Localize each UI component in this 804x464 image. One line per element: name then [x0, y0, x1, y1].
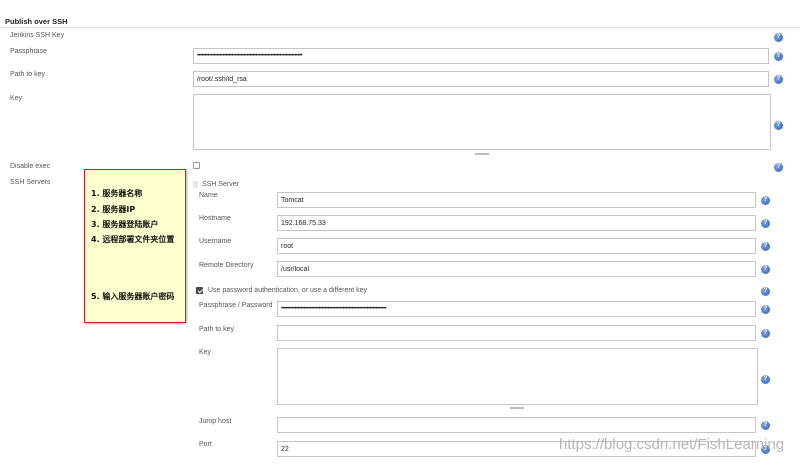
annotation-line-1: 1. 服务器名称: [91, 189, 143, 198]
help-icon[interactable]: ?: [761, 219, 770, 228]
help-icon[interactable]: ?: [774, 163, 783, 172]
ssh-server-header: SSH Server: [202, 181, 239, 188]
use-password-label: Use password authentication, or use a di…: [208, 287, 368, 294]
help-icon[interactable]: ?: [774, 52, 783, 61]
help-icon[interactable]: ?: [761, 196, 770, 205]
hostname-input[interactable]: [277, 215, 756, 231]
annotation-line-3: 3. 服务器登陆账户: [91, 220, 159, 229]
server-key-label: Key: [199, 349, 212, 356]
server-passphrase-label: Passphrase / Password: [199, 302, 273, 309]
server-path-to-key-input[interactable]: [277, 325, 756, 341]
jump-host-label: Jump host: [199, 418, 232, 425]
server-name-input[interactable]: [277, 192, 756, 208]
help-icon[interactable]: ?: [761, 287, 770, 296]
section-divider: [0, 27, 800, 28]
help-icon[interactable]: ?: [761, 242, 770, 251]
drag-handle-icon[interactable]: [193, 181, 198, 188]
remote-directory-label: Remote Directory: [199, 262, 254, 269]
path-to-key-label: Path to key: [10, 71, 46, 78]
help-icon[interactable]: ?: [761, 421, 770, 430]
help-icon[interactable]: ?: [774, 121, 783, 130]
help-icon[interactable]: ?: [761, 375, 770, 384]
help-icon[interactable]: ?: [774, 33, 783, 42]
server-passphrase-field[interactable]: ••••••••••••••••••••••••••••••••••••••••…: [277, 301, 756, 317]
server-path-to-key-label: Path to key: [199, 326, 235, 333]
jump-host-input[interactable]: [277, 417, 756, 433]
key-label: Key: [10, 95, 23, 102]
server-key-textarea[interactable]: [277, 348, 758, 405]
passphrase-field[interactable]: ••••••••••••••••••••••••••••••••••••••••…: [193, 48, 769, 64]
annotation-line-4: 4. 远程部署文件夹位置: [91, 235, 175, 244]
watermark: https://blog.csdn.net/FishLearning: [559, 436, 785, 453]
remote-directory-input[interactable]: [277, 261, 756, 277]
section-title: Publish over SSH: [5, 17, 68, 26]
key-textarea[interactable]: [193, 94, 771, 150]
jenkins-ssh-key-label: Jenkins SSH Key: [10, 32, 65, 39]
passphrase-label: Passphrase: [10, 48, 47, 55]
path-to-key-input[interactable]: [193, 71, 769, 87]
disable-exec-label: Disable exec: [10, 163, 51, 170]
username-input[interactable]: [277, 238, 756, 254]
help-icon[interactable]: ?: [774, 75, 783, 84]
help-icon[interactable]: ?: [761, 329, 770, 338]
help-icon[interactable]: ?: [761, 265, 770, 274]
use-password-checkbox[interactable]: [196, 287, 203, 294]
hostname-label: Hostname: [199, 215, 231, 222]
annotation-line-2: 2. 服务器IP: [91, 205, 136, 214]
disable-exec-checkbox[interactable]: [193, 162, 200, 169]
resize-grip[interactable]: [475, 153, 489, 155]
resize-grip[interactable]: [510, 407, 524, 409]
port-label: Port: [199, 441, 212, 448]
help-icon[interactable]: ?: [761, 305, 770, 314]
annotation-line-5: 5. 输入服务器账户密码: [91, 292, 175, 301]
server-name-label: Name: [199, 192, 218, 199]
username-label: Username: [199, 238, 232, 245]
annotation-note: 1. 服务器名称 2. 服务器IP 3. 服务器登陆账户 4. 远程部署文件夹位…: [84, 169, 186, 323]
ssh-servers-label: SSH Servers: [10, 179, 51, 186]
